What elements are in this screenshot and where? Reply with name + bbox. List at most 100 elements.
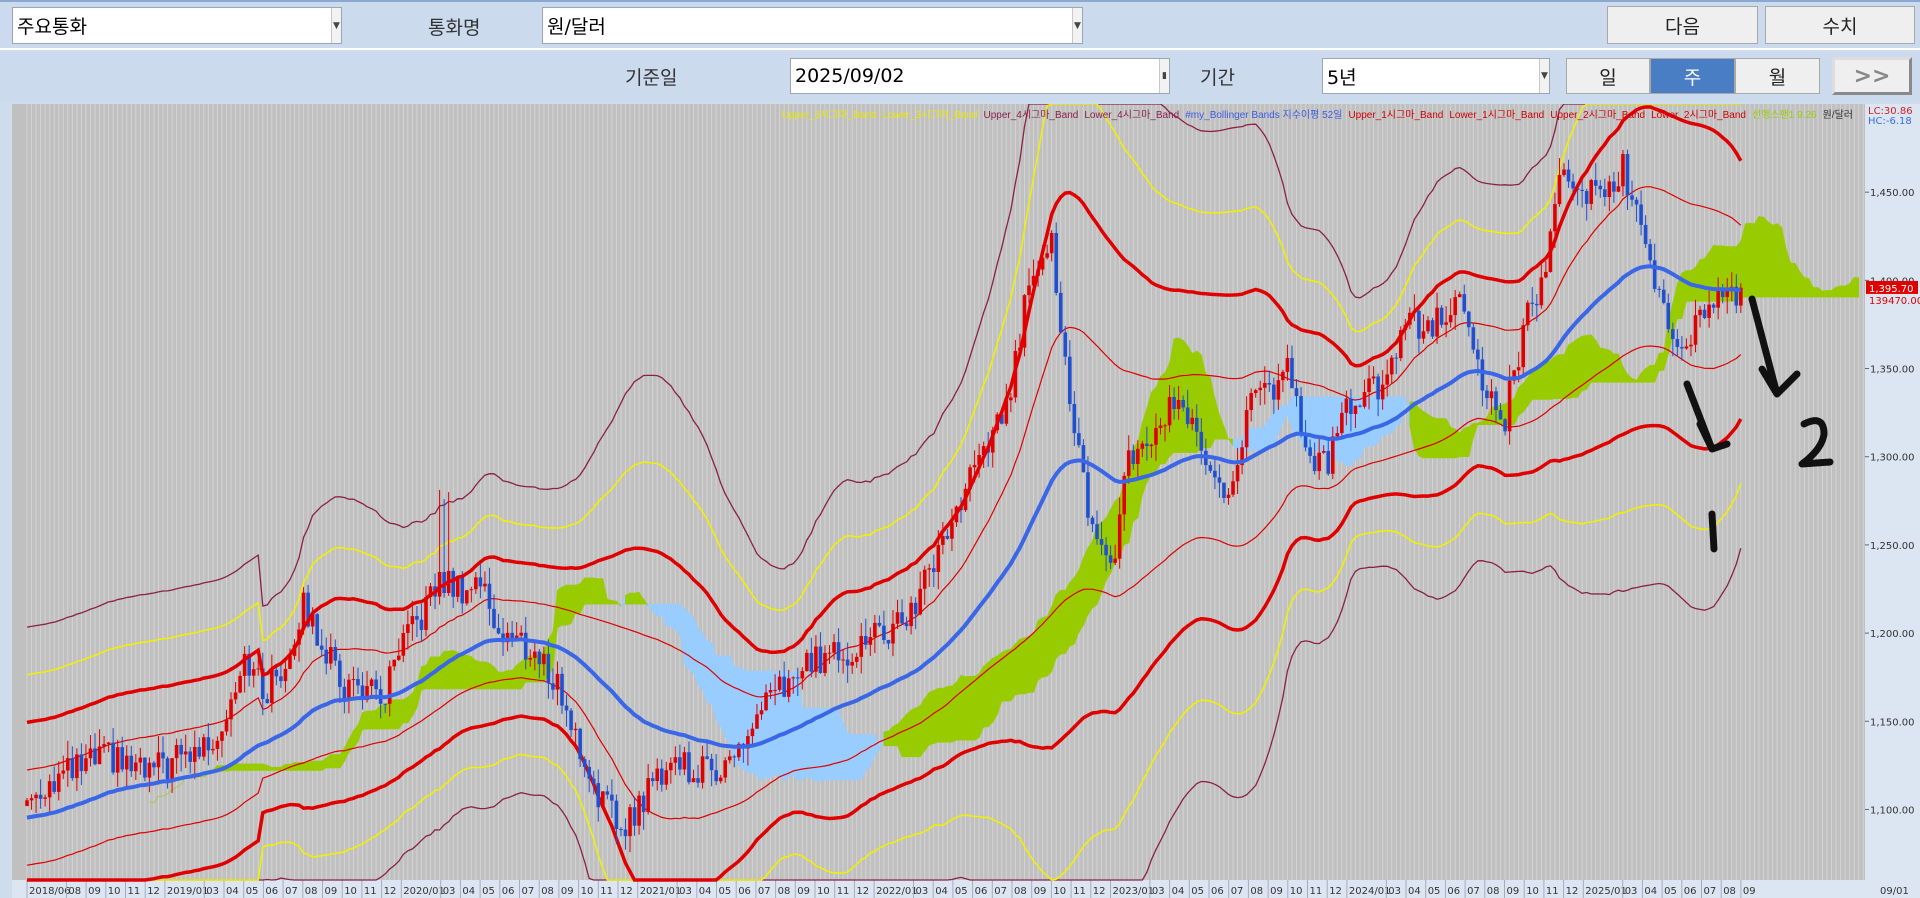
cloud-span1-segment (257, 763, 264, 771)
candle-body (682, 752, 687, 770)
next-button[interactable]: 다음 (1607, 6, 1758, 44)
cloud-span1-segment (439, 650, 445, 690)
candle-body (1480, 359, 1485, 391)
candle-body (492, 608, 496, 628)
cloud-span1-segment (1055, 589, 1062, 659)
chevron-down-icon[interactable]: ▼ (331, 8, 341, 43)
candle-body (619, 829, 623, 831)
candle-body (1693, 315, 1698, 345)
candle-body (406, 624, 410, 634)
candle-body (487, 583, 492, 609)
candle-body (950, 522, 954, 539)
month-button[interactable]: 월 (1735, 58, 1820, 94)
cloud-span2-segment (761, 670, 767, 782)
cloud-span1-segment (1545, 360, 1551, 400)
candle-body (1267, 382, 1272, 385)
candle-body (1063, 332, 1068, 357)
candle-body (156, 752, 161, 768)
cloud-span1-segment (1550, 355, 1556, 400)
candle-body (1090, 517, 1095, 525)
cloud-span1-segment (1019, 637, 1025, 695)
candle-body (1453, 297, 1457, 316)
cloud-span1-segment (1813, 287, 1819, 298)
cloud-span1-segment (915, 705, 921, 758)
candle-body (1639, 204, 1643, 225)
x-tick-label: 09 (325, 886, 338, 897)
week-button[interactable]: 주 (1650, 58, 1735, 94)
currency-select-value: 원/달러 (547, 16, 606, 38)
candle-body (727, 756, 732, 761)
cloud-span1-segment (1826, 290, 1832, 298)
candle-body (474, 577, 478, 590)
x-tick-label: 09 (1034, 886, 1047, 897)
candle-body (922, 569, 927, 589)
candle-body (832, 642, 836, 653)
x-tick-label: 09 (797, 886, 810, 897)
candle-body (614, 800, 619, 830)
cloud-span2-segment (865, 734, 871, 771)
chevron-down-icon[interactable]: ▼ (1072, 8, 1082, 43)
candle-body (1181, 399, 1185, 408)
cloud-span2-segment (665, 603, 672, 627)
candle-body (161, 752, 165, 759)
legend-item: #my_Bollinger Bands 지수이평 52일 (1185, 110, 1343, 121)
currency-label: 통화명 (428, 17, 481, 39)
x-axis-end-label: 09/01 (1880, 886, 1909, 897)
candle-body (1117, 514, 1122, 559)
x-tick-label: 04 (1644, 886, 1657, 897)
cloud-span1-segment (1028, 634, 1034, 693)
calendar-spin-icon[interactable]: ▮ (1159, 59, 1169, 93)
period-select[interactable]: 5년 ▼ (1322, 58, 1550, 94)
candle-body (1498, 410, 1503, 420)
x-tick-label: 07 (285, 886, 298, 897)
values-button[interactable]: 수치 (1765, 6, 1915, 44)
forward-button[interactable]: >> (1832, 57, 1912, 95)
candle-body (1154, 427, 1158, 445)
candle-body (827, 652, 832, 654)
candle-body (174, 744, 179, 759)
x-tick-label: 2018/06 (29, 886, 71, 897)
date-input[interactable]: 2025/09/02 ▮ (790, 58, 1170, 94)
cloud-span2-segment (1391, 396, 1397, 434)
x-tick-label: 11 (1546, 886, 1559, 897)
candle-body (1466, 311, 1471, 328)
legend-item: Lower_1시그마_Band (1449, 110, 1545, 121)
currency-select[interactable]: 원/달러 ▼ (542, 7, 1083, 44)
cloud-span2-segment (842, 723, 848, 781)
candle-body (38, 794, 43, 799)
candle-body (34, 794, 38, 799)
candle-body (891, 623, 895, 644)
candle-body (1353, 405, 1358, 414)
candle-body (152, 762, 156, 768)
candle-body (564, 705, 569, 711)
cloud-span1-segment (475, 660, 481, 690)
candle-body (1077, 433, 1081, 446)
cloud-span1-segment (1414, 401, 1420, 457)
cloud-span1-segment (1101, 517, 1107, 594)
chevron-down-icon[interactable]: ▼ (1539, 59, 1549, 93)
candle-body (1598, 185, 1603, 190)
candle-body (1167, 396, 1172, 426)
day-button[interactable]: 일 (1566, 58, 1650, 94)
candle-body (415, 616, 419, 620)
candle-body (460, 576, 465, 604)
cloud-span1-segment (1042, 616, 1048, 678)
candle-body (900, 612, 904, 624)
candle-body (1258, 387, 1263, 391)
candle-body (111, 742, 115, 773)
cloud-span1-segment (1450, 426, 1456, 459)
candle-body (669, 762, 673, 771)
category-select[interactable]: 주요통화 ▼ (12, 7, 342, 44)
cloud-span1-segment (1541, 362, 1547, 400)
x-tick-label: 08 (305, 886, 318, 897)
exchange-rate-chart[interactable]: 2018/0608 09 10 11 12 2019/0103 04 05 06 07 08 09 10… (12, 104, 1920, 898)
candle-body (1417, 310, 1421, 339)
candle-body (1136, 448, 1140, 465)
cloud-span2-segment (688, 612, 694, 674)
cloud-span1-segment (1704, 251, 1710, 302)
candle-body (1680, 347, 1684, 349)
candle-body (1553, 204, 1557, 232)
candle-body (188, 751, 193, 762)
candle-body (1126, 450, 1131, 476)
cloud-span2-segment (847, 732, 853, 781)
